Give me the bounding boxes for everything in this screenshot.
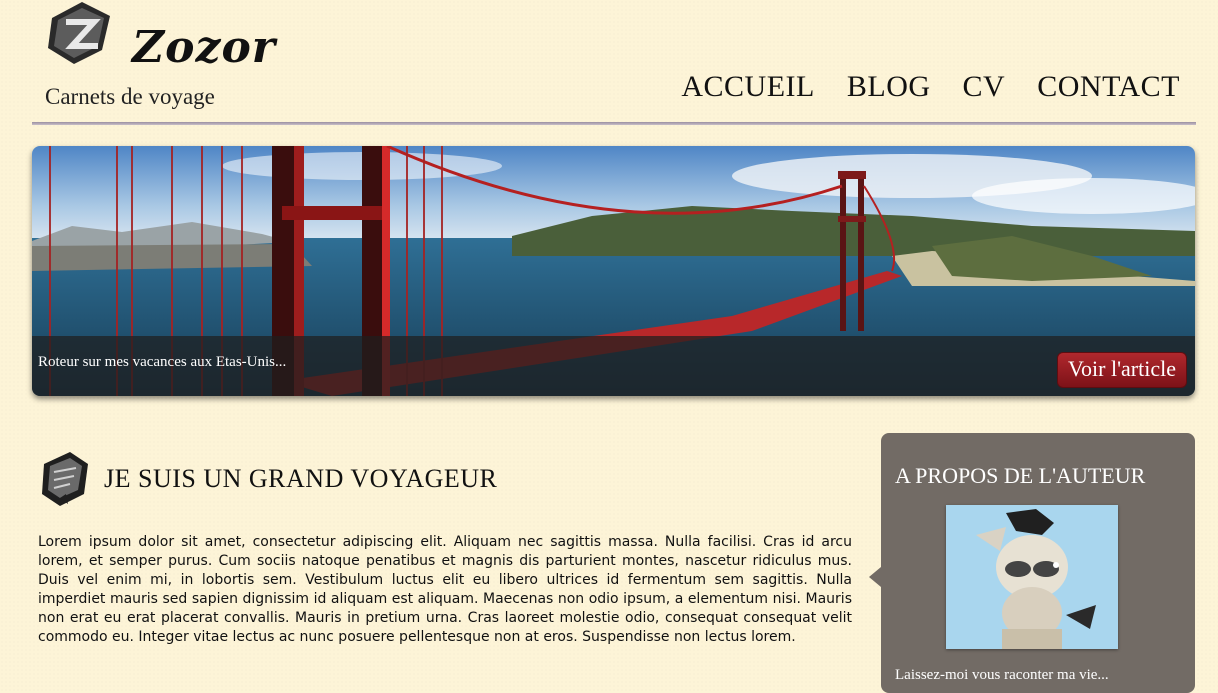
about-author-sidebar: A PROPOS DE L'AUTEUR Laissez-moi vous ra… — [869, 433, 1195, 693]
sidebar-title: A PROPOS DE L'AUTEUR — [895, 463, 1146, 488]
notebook-icon — [42, 452, 88, 506]
site-brand[interactable]: Zozor — [132, 22, 276, 73]
featured-banner: Roteur sur mes vacances aux Etas-Unis...… — [32, 146, 1195, 396]
zozor-logo-icon[interactable] — [44, 0, 120, 66]
nav-item-blog[interactable]: BLOG — [847, 70, 931, 104]
banner-caption-bar: Roteur sur mes vacances aux Etas-Unis...… — [32, 336, 1195, 396]
sidebar-text: Laissez-moi vous raconter ma vie... — [895, 667, 1109, 683]
main-nav: ACCUEIL BLOG CV CONTACT — [681, 70, 1180, 104]
nav-item-accueil[interactable]: ACCUEIL — [681, 70, 815, 104]
site-tagline: Carnets de voyage — [45, 84, 215, 109]
header-divider — [32, 122, 1196, 125]
zozor-avatar — [946, 505, 1118, 649]
nav-item-cv[interactable]: CV — [963, 70, 1006, 104]
read-article-button[interactable]: Voir l'article — [1056, 352, 1187, 388]
article-body: Lorem ipsum dolor sit amet, consectetur … — [38, 534, 852, 645]
nav-item-contact[interactable]: CONTACT — [1037, 70, 1180, 104]
site-header: Zozor Carnets de voyage ACCUEIL BLOG CV … — [0, 0, 1218, 130]
banner-caption: Roteur sur mes vacances aux Etas-Unis... — [38, 354, 287, 370]
article-title: JE SUIS UN GRAND VOYAGEUR — [104, 464, 498, 493]
sidebar-pointer — [869, 567, 881, 587]
